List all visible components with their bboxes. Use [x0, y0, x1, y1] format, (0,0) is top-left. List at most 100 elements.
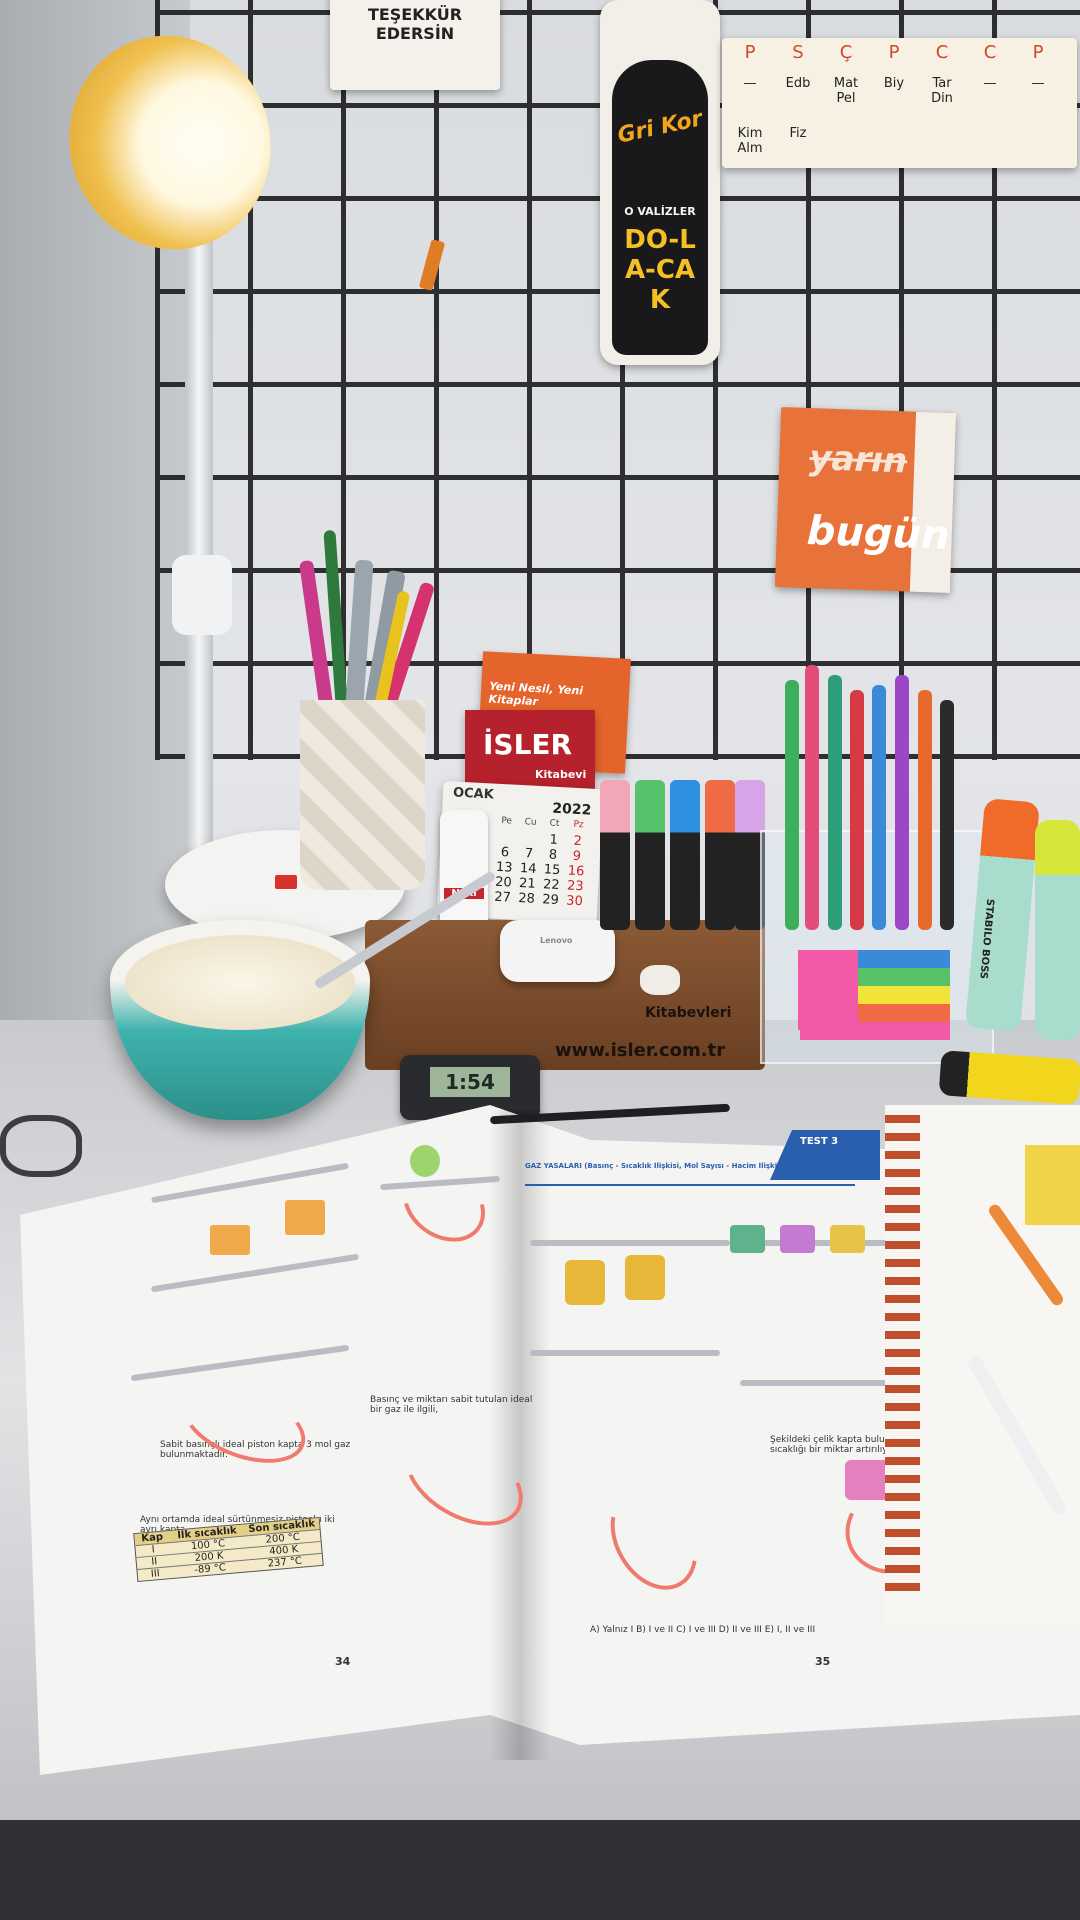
- schedule-day: C: [983, 42, 997, 63]
- lamp-joint: [172, 555, 232, 635]
- marker: [600, 780, 630, 930]
- fine-liner: [895, 675, 909, 930]
- earbuds-case: Lenovo: [500, 920, 615, 982]
- gas-container-icon: [830, 1225, 865, 1253]
- schedule-day: C: [935, 42, 949, 63]
- weekly-schedule: P S Ç P C C P — Edb Mat Pel Biy Tar Din …: [722, 38, 1077, 168]
- calendar-day-name: Pe: [501, 815, 513, 827]
- calendar-date: 30: [565, 893, 584, 910]
- calendar-date: 27: [493, 889, 512, 906]
- calendar-date: 7: [524, 846, 534, 862]
- earbuds-label: Lenovo: [540, 936, 573, 945]
- schedule-row-subjects: — Edb Mat Pel Biy Tar Din — —: [728, 76, 1060, 106]
- gas-container-icon: [285, 1200, 325, 1235]
- fine-liner: [940, 700, 954, 930]
- schedule-subject: Kim Alm: [737, 126, 763, 156]
- fine-liner: [805, 665, 819, 930]
- calendar-date: 22: [542, 877, 560, 894]
- calendar-date: 23: [566, 878, 584, 895]
- highlighter-label: STABILO BOSS: [977, 898, 996, 980]
- table-cell: III: [150, 1568, 161, 1580]
- thanks-card-text: TEŞEKKÜR EDERSİN: [367, 5, 463, 43]
- fine-liner: [850, 690, 864, 930]
- calendar-date: [494, 830, 517, 846]
- marker: [705, 780, 735, 930]
- schedule-subject: —: [1031, 76, 1045, 91]
- calendar-date: 2: [573, 833, 583, 850]
- calendar-date: 21: [518, 876, 537, 892]
- red-book-title: İSLER: [483, 728, 573, 761]
- desk-photo: TEŞEKKÜR EDERSİN Gri Kor O VALİZLER DO-L…: [0, 0, 1080, 1920]
- calendar-date: 9: [572, 848, 582, 865]
- calendar-date: [518, 831, 541, 847]
- calendar-date: 15: [543, 862, 561, 879]
- text-line: [530, 1350, 720, 1356]
- tray-brand: Kitabevleri: [645, 1005, 732, 1021]
- calendar-day-name: Ct: [549, 818, 560, 830]
- highlighter: [1035, 820, 1080, 1040]
- lamp-arm: [185, 230, 213, 870]
- sticky-crossed-word: yarın: [808, 438, 908, 482]
- calendar-month: OCAK: [452, 785, 495, 803]
- fine-liner: [918, 690, 932, 930]
- marker: [635, 780, 665, 930]
- schedule-subject: Fiz: [789, 126, 807, 141]
- lamp-switch[interactable]: [275, 875, 297, 889]
- schedule-day: P: [1032, 42, 1044, 63]
- left-page-number: 34: [335, 1655, 351, 1668]
- red-book-sub: Kitabevi: [535, 768, 587, 781]
- thanks-card: TEŞEKKÜR EDERSİN: [330, 0, 500, 90]
- calendar-date: 29: [541, 892, 560, 909]
- pink-sticky-pad: [798, 950, 858, 1030]
- schedule-day: S: [792, 42, 804, 63]
- schedule-day: P: [744, 42, 756, 63]
- sticky-note: yarın bugün: [774, 407, 957, 593]
- calendar-date: 14: [519, 861, 537, 877]
- schedule-subject: —: [743, 76, 757, 91]
- gas-container-icon: [780, 1225, 815, 1253]
- schedule-subject: Edb: [785, 76, 811, 91]
- gas-container-icon: [625, 1255, 665, 1300]
- balloon-icon: [410, 1145, 440, 1177]
- schedule-day: Ç: [839, 42, 853, 63]
- orange-book-title: Yeni Nesil, Yeni Kitaplar: [488, 679, 584, 709]
- text-line: [530, 1240, 730, 1246]
- schedule-row-days: P S Ç P C C P: [728, 42, 1060, 63]
- fine-liner: [785, 680, 799, 930]
- calendar-date: 8: [548, 847, 558, 863]
- calendar-date: 16: [567, 863, 585, 880]
- scissors: [0, 1115, 82, 1177]
- calendar-date: 13: [495, 859, 513, 876]
- calendar-date: 1: [549, 832, 559, 848]
- schedule-subject: Tar Din: [931, 76, 953, 106]
- gas-container-icon: [210, 1225, 250, 1255]
- calendar-date: 28: [517, 890, 536, 907]
- pen-holder-cup: [300, 700, 425, 890]
- bookmark-card: Gri Kor O VALİZLER DO-LA-CAK: [600, 0, 720, 365]
- gas-container-icon: [565, 1260, 605, 1305]
- timer-display: 1:54: [430, 1067, 510, 1097]
- calendar-day-name: Cu: [524, 817, 537, 828]
- eraser: [640, 965, 680, 995]
- notebook-spiral: [885, 1115, 920, 1595]
- tray-url: www.isler.com.tr: [555, 1040, 726, 1061]
- schedule-subject: Biy: [883, 76, 905, 91]
- schedule-subject: —: [983, 76, 997, 91]
- desk-front-edge: [0, 1820, 1080, 1920]
- gas-container-icon: [730, 1225, 765, 1253]
- bookmark-line1: O VALİZLER: [624, 205, 696, 218]
- fine-liner: [872, 685, 886, 930]
- schedule-row-extra: Kim Alm Fiz: [728, 126, 820, 156]
- schedule-day: P: [888, 42, 900, 63]
- calendar-date: 20: [494, 874, 513, 891]
- text-line: [740, 1380, 900, 1386]
- red-book: İSLER Kitabevi: [465, 710, 595, 790]
- question-10: Basınç ve miktarı sabit tutulan ideal bi…: [370, 1395, 533, 1415]
- test-badge-text: TEST 3: [800, 1136, 839, 1147]
- calendar-year: 2022: [551, 800, 592, 819]
- marker: [670, 780, 700, 930]
- schedule-subject: Mat Pel: [833, 76, 859, 106]
- sticky-main-word: bugün: [806, 507, 951, 559]
- calendar-date: 6: [500, 845, 510, 861]
- glue-bottle: Noki: [440, 810, 488, 930]
